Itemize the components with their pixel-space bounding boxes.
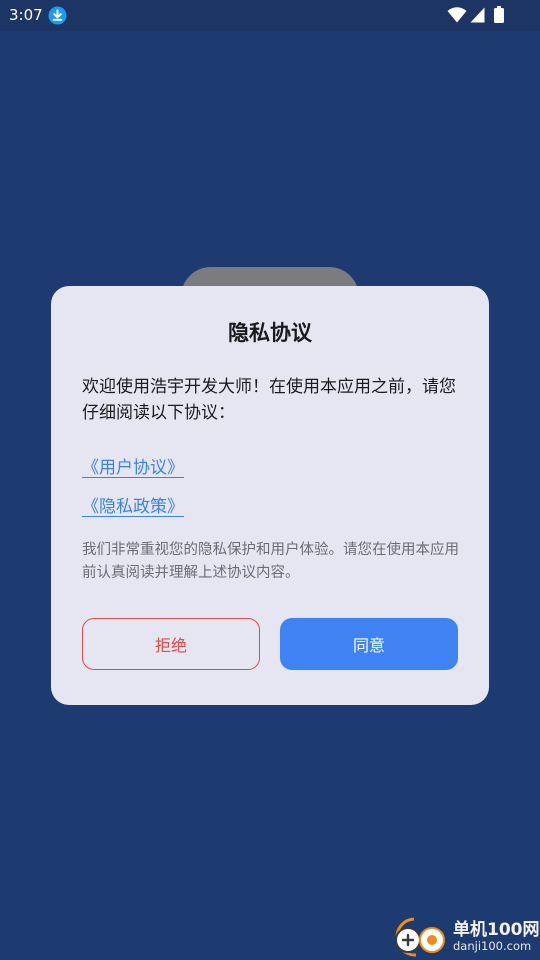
screen: 3:07 隐私协议 欢迎使用浩宇开发大师！在使用本应用之前，请您仔细阅读以下协议… (0, 0, 540, 960)
status-time: 3:07 (9, 6, 43, 24)
wifi-icon (447, 7, 467, 23)
dialog-intro-text: 欢迎使用浩宇开发大师！在使用本应用之前，请您仔细阅读以下协议： (82, 377, 456, 423)
dialog-title: 隐私协议 (228, 321, 312, 345)
privacy-policy-link[interactable]: 《隐私政策》 (82, 492, 184, 517)
status-bar: 3:07 (0, 0, 540, 31)
watermark-name: 单机100网 (453, 920, 540, 940)
reject-button[interactable]: 拒绝 (82, 618, 260, 670)
agree-button[interactable]: 同意 (280, 618, 458, 670)
privacy-dialog: 隐私协议 欢迎使用浩宇开发大师！在使用本应用之前，请您仔细阅读以下协议： 《用户… (51, 286, 489, 705)
user-agreement-link[interactable]: 《用户协议》 (82, 453, 184, 478)
download-icon (48, 6, 67, 25)
watermark-domain: danji100.com (453, 939, 532, 953)
watermark-logo-icon (395, 917, 445, 957)
signal-icon (470, 7, 485, 23)
watermark: 单机100网 danji100.com (388, 910, 540, 960)
dialog-note-text: 我们非常重视您的隐私保护和用户体验。请您在使用本应用前认真阅读并理解上述协议内容… (82, 542, 459, 581)
battery-icon (494, 6, 504, 23)
